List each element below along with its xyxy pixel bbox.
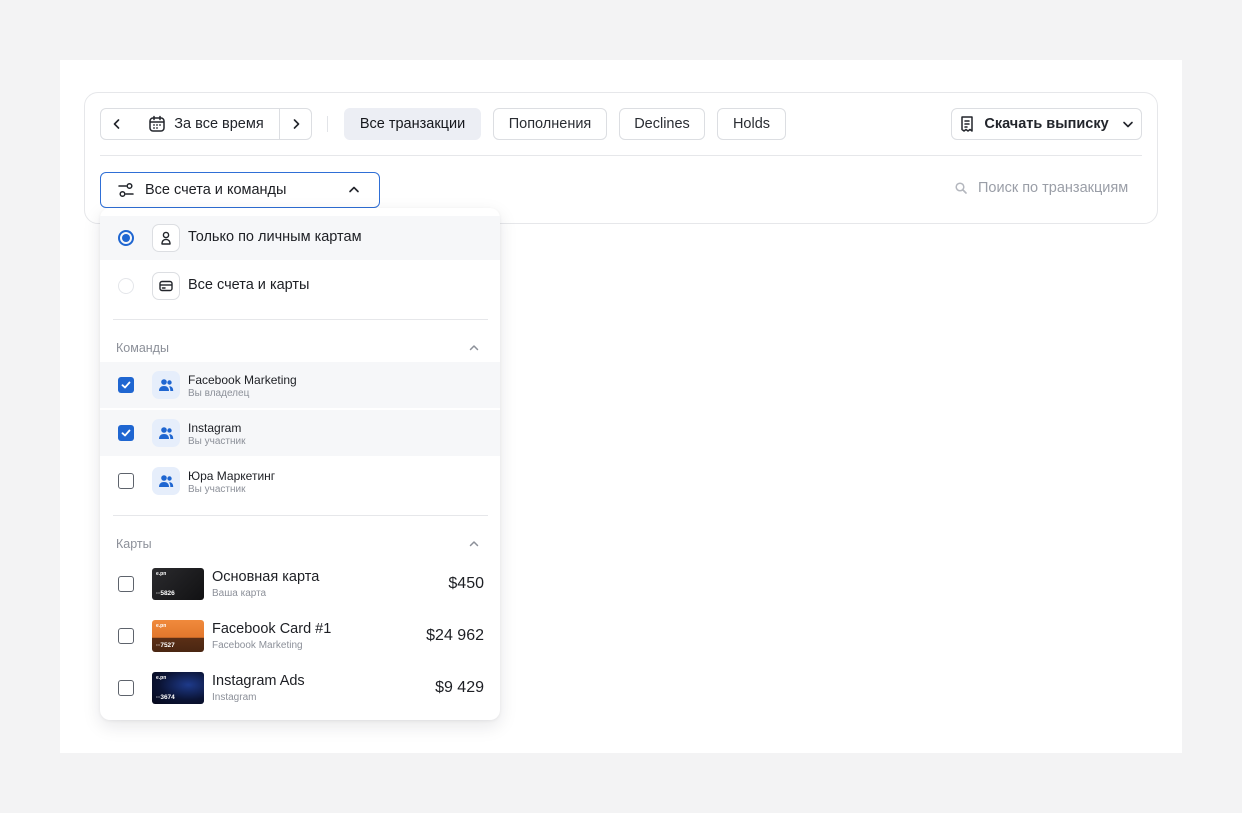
calendar-icon <box>149 115 166 132</box>
chevron-down-icon <box>1122 121 1133 128</box>
checkbox-unchecked[interactable] <box>118 680 134 696</box>
team-row[interactable]: Facebook Marketing Вы владелец <box>100 362 500 408</box>
filter-sliders-icon <box>118 182 134 198</box>
tab-declines[interactable]: Declines <box>619 108 705 140</box>
tab-top-ups[interactable]: Пополнения <box>493 108 607 140</box>
dropdown-divider <box>113 319 488 320</box>
period-picker-button[interactable]: За все время <box>133 108 280 140</box>
tab-label: Declines <box>634 116 690 132</box>
card-row[interactable]: e.pn ··5826 Основная карта Ваша карта $4… <box>100 562 500 606</box>
scope-option-label: Только по личным картам <box>188 229 362 245</box>
card-balance: $24 962 <box>426 627 484 644</box>
team-role: Вы владелец <box>188 388 250 399</box>
card-name: Основная карта <box>212 569 320 585</box>
receipt-icon <box>961 116 974 132</box>
card-thumbnail: e.pn ··3674 <box>152 672 204 704</box>
scope-option-personal[interactable]: Только по личным картам <box>100 216 500 260</box>
download-label: Скачать выписку <box>984 116 1109 132</box>
card-last4: ··5826 <box>156 590 175 597</box>
card-owner: Ваша карта <box>212 588 267 599</box>
card-thumbnail: e.pn ··7527 <box>152 620 204 652</box>
card-row[interactable]: e.pn ··3674 Instagram Ads Instagram $9 4… <box>100 666 500 710</box>
team-name: Instagram <box>188 421 242 435</box>
checkbox-checked[interactable] <box>118 377 134 393</box>
card-logo: e.pn <box>156 623 167 629</box>
card-balance: $450 <box>448 575 484 592</box>
next-period-button[interactable] <box>279 108 312 140</box>
cards-collapse-icon[interactable] <box>468 538 480 550</box>
team-role: Вы участник <box>188 436 246 447</box>
card-icon <box>152 272 180 300</box>
toolbar-divider <box>327 116 328 132</box>
team-icon <box>152 467 180 495</box>
prev-period-button[interactable] <box>100 108 134 140</box>
card-name: Instagram Ads <box>212 673 305 689</box>
download-statement-button[interactable]: Скачать выписку <box>951 108 1142 140</box>
team-icon <box>152 419 180 447</box>
card-name: Facebook Card #1 <box>212 621 332 637</box>
accounts-filter-label: Все счета и команды <box>145 182 287 198</box>
card-owner: Facebook Marketing <box>212 640 303 651</box>
tab-label: Все транзакции <box>359 116 466 132</box>
team-icon <box>152 371 180 399</box>
card-owner: Instagram <box>212 692 257 703</box>
radio-unselected[interactable] <box>118 278 134 294</box>
card-row[interactable]: e.pn ··7527 Facebook Card #1 Facebook Ma… <box>100 614 500 658</box>
card-last4: ··7527 <box>156 642 175 649</box>
team-role: Вы участник <box>188 484 246 495</box>
tab-label: Пополнения <box>508 116 592 132</box>
accounts-filter-select[interactable]: Все счета и команды <box>100 172 380 208</box>
search-icon <box>955 182 967 194</box>
period-label: За все время <box>174 116 264 132</box>
tab-all-transactions[interactable]: Все транзакции <box>344 108 481 140</box>
teams-collapse-icon[interactable] <box>468 342 480 354</box>
checkbox-unchecked[interactable] <box>118 628 134 644</box>
teams-section-title: Команды <box>116 341 169 355</box>
scope-option-label: Все счета и карты <box>188 277 310 293</box>
search-placeholder: Поиск по транзакциям <box>978 180 1129 196</box>
team-row[interactable]: Юра Маркетинг Вы участник <box>100 458 500 504</box>
accounts-dropdown: Только по личным картам Все счета и карт… <box>100 208 500 720</box>
card-last4: ··3674 <box>156 694 175 701</box>
transaction-search-input[interactable]: Поиск по транзакциям <box>954 180 1128 196</box>
checkbox-unchecked[interactable] <box>118 473 134 489</box>
card-thumbnail: e.pn ··5826 <box>152 568 204 600</box>
chevron-up-icon <box>349 186 359 193</box>
checkbox-checked[interactable] <box>118 425 134 441</box>
team-row[interactable]: Instagram Вы участник <box>100 410 500 456</box>
tab-label: Holds <box>732 116 771 132</box>
cards-section-title: Карты <box>116 537 152 551</box>
chevron-left-icon <box>113 119 120 129</box>
checkbox-unchecked[interactable] <box>118 576 134 592</box>
tab-holds[interactable]: Holds <box>717 108 786 140</box>
card-logo: e.pn <box>156 571 167 577</box>
card-logo: e.pn <box>156 675 167 681</box>
radio-selected[interactable] <box>118 230 134 246</box>
team-name: Facebook Marketing <box>188 373 297 387</box>
toolbar-divider-line <box>100 155 1142 156</box>
person-icon <box>152 224 180 252</box>
dropdown-divider <box>113 515 488 516</box>
card-balance: $9 429 <box>435 679 484 696</box>
scope-option-all[interactable]: Все счета и карты <box>100 264 500 308</box>
team-name: Юра Маркетинг <box>188 469 276 483</box>
chevron-right-icon <box>293 119 299 129</box>
